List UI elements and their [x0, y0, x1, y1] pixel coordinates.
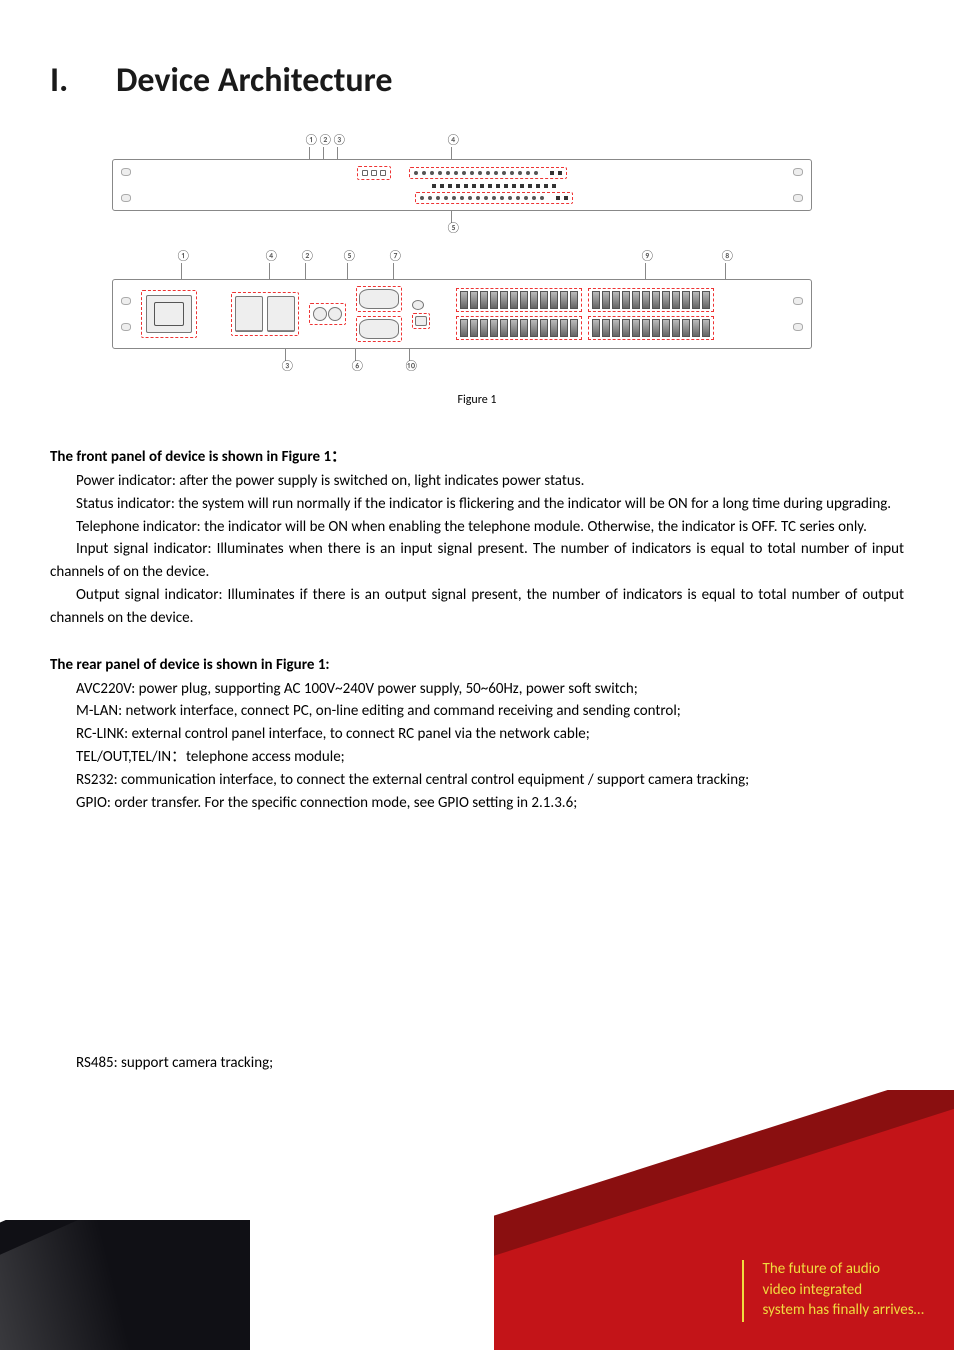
front-callouts-bottom: ⑤ — [112, 211, 812, 235]
callout-4b-icon: ④ — [264, 249, 279, 262]
callout-3b-icon: ③ — [280, 359, 295, 372]
rear-callouts-bottom: ③ ⑥ ⑩ — [112, 349, 812, 375]
figure-1: ① ② ③ ④ — [50, 133, 904, 433]
footer-line3: system has finally arrives… — [763, 1300, 924, 1320]
heading-number: I. — [50, 60, 116, 101]
front-p5: Output signal indicator: Illuminates if … — [50, 584, 904, 630]
rear-panel-diagram — [112, 279, 812, 349]
callout-10-icon: ⑩ — [404, 359, 419, 372]
front-p1: Power indicator: after the power supply … — [50, 470, 904, 493]
rear-rs485-block — [412, 313, 430, 329]
front-panel-body: Power indicator: after the power supply … — [50, 470, 904, 630]
rear-input-termA — [456, 316, 582, 340]
callout-4-icon: ④ — [446, 133, 461, 146]
front-output-led-group — [415, 192, 573, 204]
rear-p3: RC-LINK: external control panel interfac… — [50, 723, 904, 746]
callout-7-icon: ⑦ — [388, 249, 403, 262]
front-panel-diagram — [112, 159, 812, 211]
callout-1b-icon: ① — [176, 249, 191, 262]
rear-gpio-block — [356, 316, 402, 342]
footer-tagline: The future of audio video integrated sys… — [763, 1259, 924, 1320]
callout-2b-icon: ② — [300, 249, 315, 262]
rear-power-block — [141, 290, 197, 338]
rs485-line: RS485: support camera tracking; — [50, 1054, 904, 1072]
rear-output-termA — [456, 288, 582, 312]
callout-2-icon: ② — [318, 133, 333, 146]
front-input-led-group — [409, 167, 567, 179]
footer-left-accent — [0, 1220, 250, 1350]
footer-line1: The future of audio — [763, 1259, 924, 1279]
page-title: I.Device Architecture — [50, 60, 904, 101]
callout-9-icon: ⑨ — [640, 249, 655, 262]
rear-rs232-block — [356, 286, 402, 312]
rear-tel-block — [309, 303, 346, 325]
rear-p2: M-LAN: network interface, connect PC, on… — [50, 700, 904, 723]
front-p3: Telephone indicator: the indicator will … — [50, 516, 904, 539]
callout-1-icon: ① — [304, 133, 319, 146]
heading-text: Device Architecture — [116, 60, 392, 101]
front-panel-heading: The front panel of device is shown in Fi… — [50, 445, 904, 466]
rear-output-termB — [588, 288, 714, 312]
front-callouts-top: ① ② ③ ④ — [112, 133, 812, 159]
footer-line2: video integrated — [763, 1280, 924, 1300]
rear-input-termB — [588, 316, 714, 340]
callout-6-icon: ⑥ — [350, 359, 365, 372]
rear-p4: TEL/OUT,TEL/IN：telephone access module; — [50, 746, 904, 769]
rear-p5: RS232: communication interface, to conne… — [50, 769, 904, 792]
rear-callouts-top: ① ④ ② ⑤ ⑦ ⑨ ⑧ — [112, 249, 812, 279]
front-status-led-group — [357, 166, 391, 180]
front-p4: Input signal indicator: Illuminates when… — [50, 538, 904, 584]
callout-5b-icon: ⑤ — [342, 249, 357, 262]
rear-p6: GPIO: order transfer. For the specific c… — [50, 792, 904, 815]
rear-lan-block — [231, 292, 299, 336]
callout-5-icon: ⑤ — [446, 221, 461, 234]
rear-panel-heading: The rear panel of device is shown in Fig… — [50, 656, 904, 674]
front-p2: Status indicator: the system will run no… — [50, 493, 904, 516]
figure-caption: Figure 1 — [457, 393, 496, 407]
rear-p1: AVC220V: power plug, supporting AC 100V~… — [50, 678, 904, 701]
rear-panel-body: AVC220V: power plug, supporting AC 100V~… — [50, 678, 904, 815]
callout-8-icon: ⑧ — [720, 249, 735, 262]
callout-3-icon: ③ — [332, 133, 347, 146]
footer-accent: The future of audio video integrated sys… — [494, 1090, 954, 1350]
